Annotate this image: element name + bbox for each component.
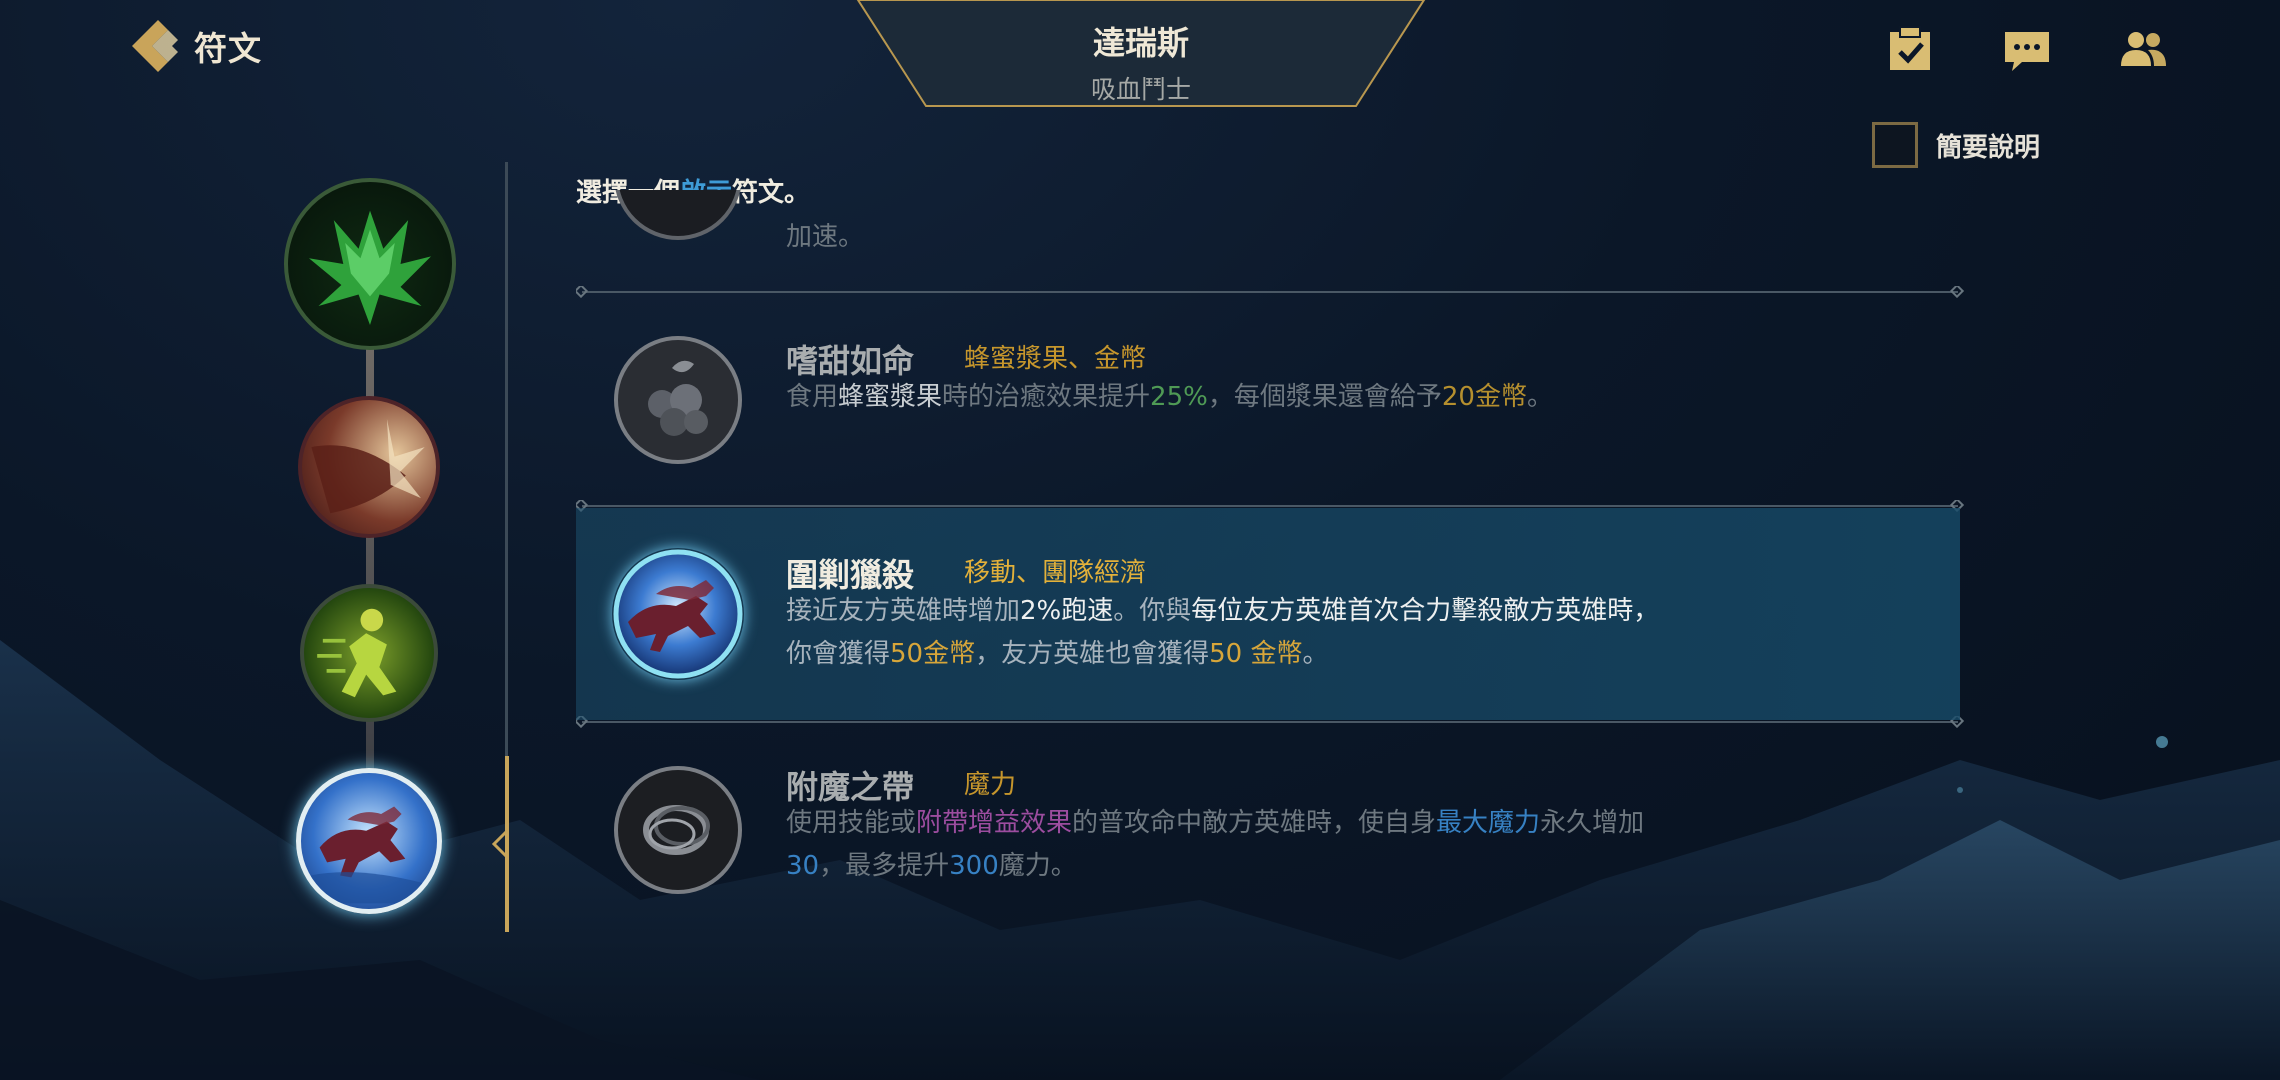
rune-description-segment: 50 金幣 xyxy=(1209,639,1303,669)
rune-description-segment: 時的治癒效果提升 xyxy=(942,382,1151,412)
rune-description: 使用技能或附帶增益效果的普攻命中敵方英雄時，使自身最大魔力永久增加 30，最多提升… xyxy=(786,802,1786,888)
champion-title: 吸血鬥士 xyxy=(1090,75,1191,104)
brief-description-toggle[interactable]: 簡要說明 xyxy=(1872,122,2040,168)
brief-description-label: 簡要說明 xyxy=(1936,132,2041,163)
rune-description-segment: ，每個漿果還會給予 xyxy=(1207,382,1442,412)
back-label: 符文 xyxy=(194,29,262,68)
active-slot-arrow-icon xyxy=(491,830,508,858)
rune-description-segment: 。你與 xyxy=(1113,596,1192,626)
brief-description-checkbox[interactable] xyxy=(1872,122,1918,168)
rune-option-enchanted-band[interactable]: 附魔之帶 魔力 使用技能或附帶增益效果的普攻命中敵方英雄時，使自身最大魔力永久增… xyxy=(576,724,1960,936)
rune-tags: 移動、團隊經濟 xyxy=(964,558,1147,588)
rune-description-segment: 魔力。 xyxy=(998,851,1077,881)
rune-description-segment: 蜂蜜漿果 xyxy=(838,382,943,412)
pack-hunt-wolves-rune-icon[interactable] xyxy=(296,768,442,914)
rune-description-segment: 25% xyxy=(1150,382,1208,412)
rune-description-segment: 永久增加 xyxy=(1540,808,1645,838)
rune-description-segment: 2%跑速 xyxy=(1020,596,1114,626)
rune-description-segment: ，友方英雄也會獲得 xyxy=(975,639,1210,669)
rune-option-sweet-tooth[interactable]: 嗜甜如命 蜂蜜漿果、金幣 食用蜂蜜漿果時的治癒效果提升25%，每個漿果還會給予2… xyxy=(576,294,1960,506)
checklist-icon[interactable] xyxy=(1886,24,1936,74)
chat-icon[interactable] xyxy=(2002,24,2052,74)
champion-name: 達瑞斯 xyxy=(1092,24,1189,62)
rune-description-segment: 附帶增益效果 xyxy=(916,808,1073,838)
rune-description-segment: 30 xyxy=(786,851,820,881)
domination-slash-rune-icon[interactable] xyxy=(298,396,440,538)
previous-rune-desc-fragment: 加速。 xyxy=(786,222,865,250)
rune-description-segment: 使用技能或 xyxy=(786,808,917,838)
pack-hunt-rune-icon xyxy=(613,549,743,679)
mana-band-rune-icon xyxy=(614,766,742,894)
rune-description: 接近友方英雄時增加2%跑速。你與每位友方英雄首次合力擊殺敵方英雄時， 你會獲得50… xyxy=(786,590,1786,676)
rune-description-segment: 的普攻命中敵方英雄時，使自身 xyxy=(1072,808,1437,838)
resolve-runner-rune-icon[interactable] xyxy=(300,584,438,722)
previous-rune-icon xyxy=(615,190,741,240)
rune-description: 食用蜂蜜漿果時的治癒效果提升25%，每個漿果還會給予20金幣。 xyxy=(786,376,1786,419)
rune-description-segment: 。 xyxy=(1302,639,1329,669)
rune-description-segment: 食用 xyxy=(786,382,839,412)
rune-description-segment: 每位友方英雄首次合力擊殺敵方英雄時， xyxy=(1191,596,1660,626)
rune-tags: 蜂蜜漿果、金幣 xyxy=(964,344,1147,374)
honeyfruit-rune-icon xyxy=(614,336,742,464)
previous-rune-peek: 加速。 xyxy=(576,190,1476,250)
champion-header: 達瑞斯 吸血鬥士 xyxy=(856,0,1426,108)
rune-description-segment: 。 xyxy=(1526,382,1553,412)
friends-icon[interactable] xyxy=(2118,24,2168,74)
precision-green-rune-icon[interactable] xyxy=(284,178,456,350)
chevron-left-icon xyxy=(132,20,178,72)
rune-description-segment: 20金幣 xyxy=(1441,382,1527,412)
rune-option-teamwork-hunt[interactable]: 圍剿獵殺 移動、團隊經濟 接近友方英雄時增加2%跑速。你與每位友方英雄首次合力擊… xyxy=(576,508,1960,720)
rune-description-segment: 接近友方英雄時增加 xyxy=(786,596,1021,626)
rune-description-segment: 300 xyxy=(949,851,999,881)
back-button[interactable]: 符文 xyxy=(128,18,262,74)
rune-description-segment: ，最多提升 xyxy=(819,851,950,881)
rune-description-segment: 50金幣 xyxy=(890,639,976,669)
rune-description-segment: 你會獲得 xyxy=(786,639,891,669)
rune-tags: 魔力 xyxy=(964,770,1017,800)
rune-description-segment: 最大魔力 xyxy=(1436,808,1541,838)
